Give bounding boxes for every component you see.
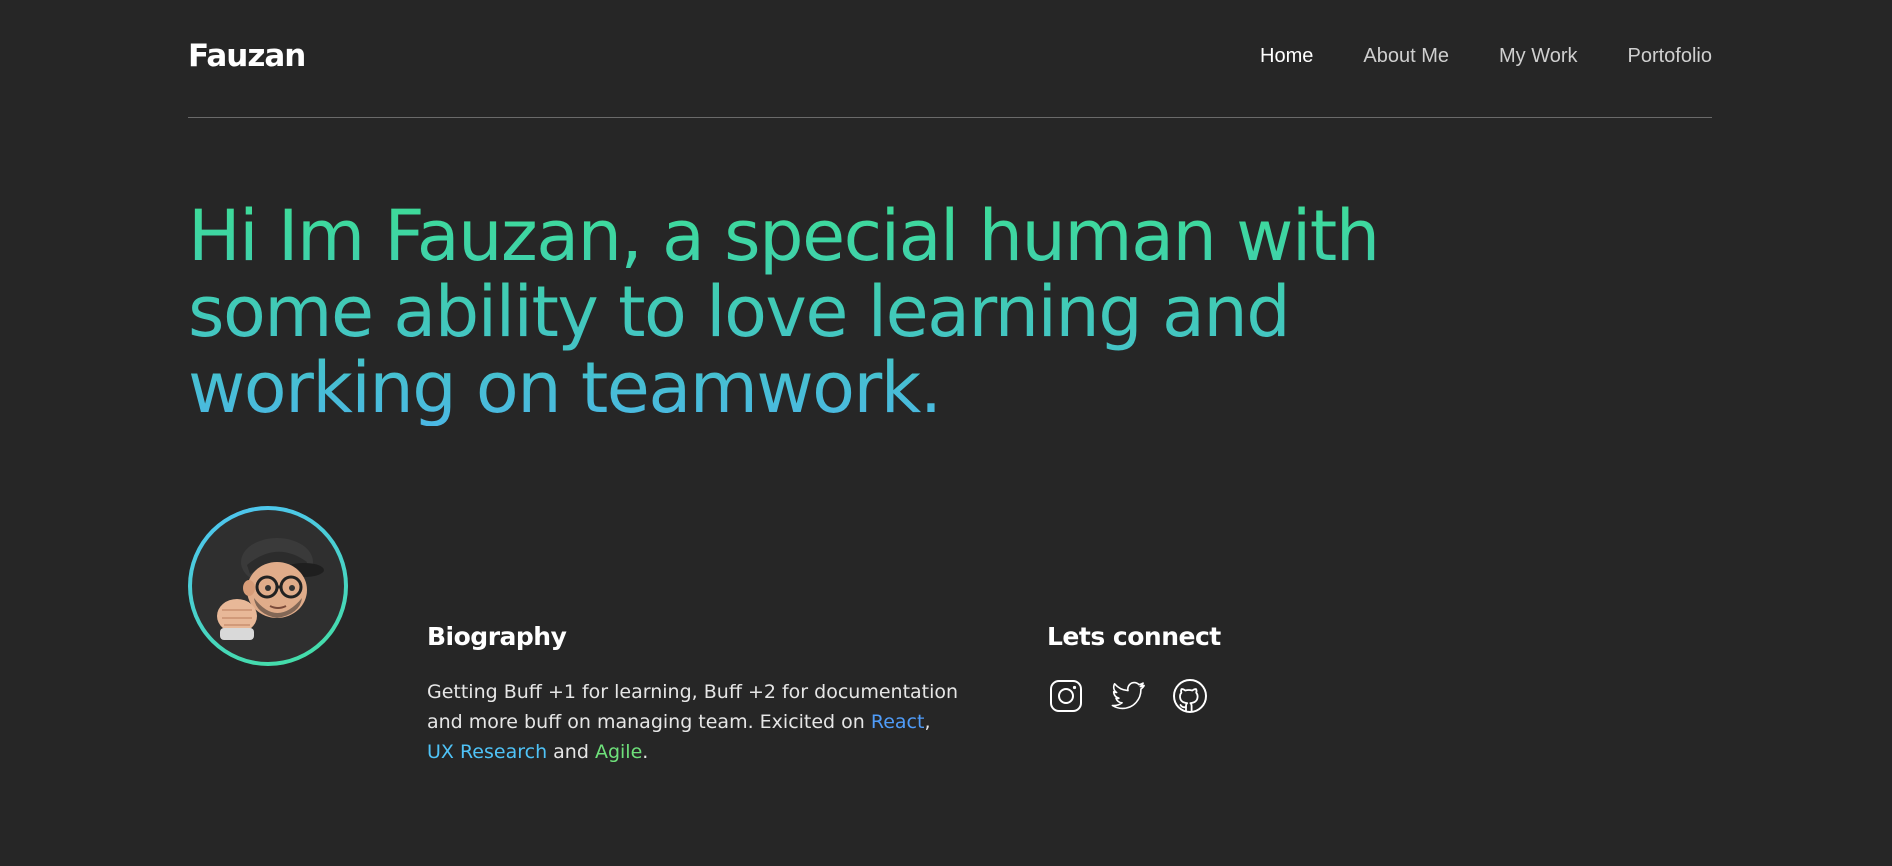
instagram-icon[interactable] [1047,677,1085,715]
highlight-ux-research: UX Research [427,741,548,763]
social-links [1047,677,1221,715]
biography-section: Biography Getting Buff +1 for learning, … [427,622,987,767]
highlight-agile: Agile [594,741,643,763]
github-icon[interactable] [1171,677,1209,715]
hero-line-3: working on teamwork. [188,347,941,429]
nav-home[interactable]: Home [1260,45,1313,68]
nav-my-work[interactable]: My Work [1499,45,1578,68]
page-container: Fauzan Home About Me My Work Portofolio … [188,0,1712,426]
biography-text-end: . [642,741,649,763]
biography-sep-1: , [924,711,931,733]
twitter-icon[interactable] [1109,677,1147,715]
connect-title: Lets connect [1047,622,1221,651]
hero-line-2: some ability to love learning and [188,271,1290,353]
brand-logo[interactable]: Fauzan [188,38,306,74]
hero-line-1: Hi Im Fauzan, a special human with [188,195,1379,277]
nav-about-me[interactable]: About Me [1363,45,1449,68]
highlight-react: React [870,711,925,733]
biography-title: Biography [427,622,567,651]
biography-text: Getting Buff +1 for learning, Buff +2 fo… [427,677,987,767]
nav-portofolio[interactable]: Portofolio [1628,45,1713,68]
biography-sep-2: and [547,741,595,763]
memoji-avatar-icon [217,538,324,640]
main-nav: Home About Me My Work Portofolio [1260,45,1712,68]
avatar [188,506,348,666]
hero-heading: Hi Im Fauzan, a special human with some … [188,198,1588,426]
avatar-image [192,510,344,662]
connect-section: Lets connect [1047,622,1221,715]
site-header: Fauzan Home About Me My Work Portofolio [188,0,1712,118]
